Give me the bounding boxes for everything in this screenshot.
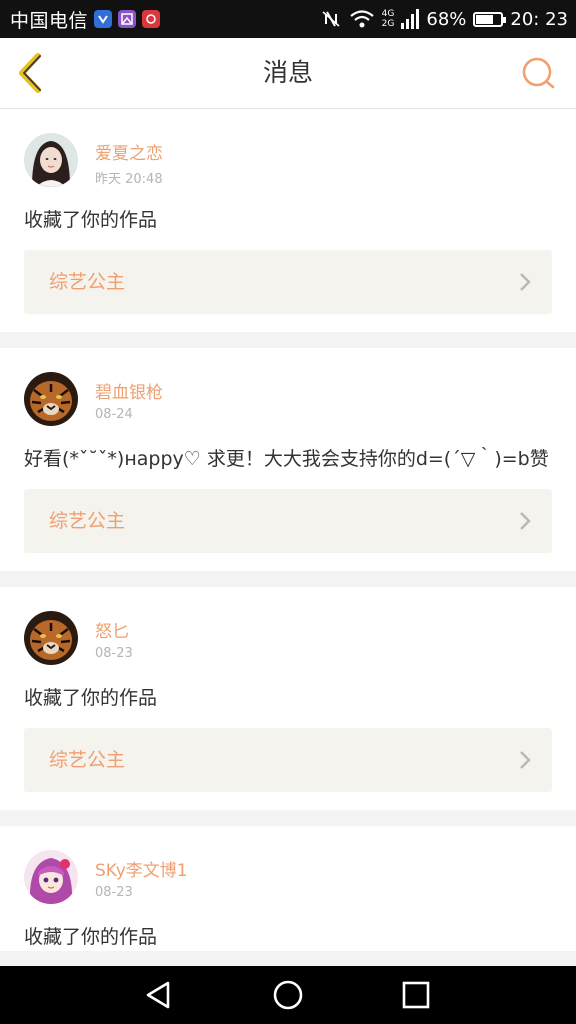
avatar[interactable] <box>24 850 78 904</box>
user-name[interactable]: 爱夏之恋 <box>95 139 163 164</box>
message-date: 08-23 <box>95 646 133 661</box>
message-card: 怒匕 08-23 收藏了你的作品 综艺公主 <box>0 587 576 810</box>
message-card: SKy李文博1 08-23 收藏了你的作品 <box>0 826 576 951</box>
message-text: 收藏了你的作品 <box>24 209 158 231</box>
battery-fill <box>476 14 493 24</box>
circle-home-icon <box>273 980 303 1010</box>
wifi-icon <box>349 10 374 28</box>
avatar-girl-image <box>24 133 78 187</box>
status-right: 4G 2G 68% 20: 23 <box>320 0 568 38</box>
message-card: 爱夏之恋 昨天 20:48 收藏了你的作品 综艺公主 <box>0 109 576 332</box>
user-name[interactable]: 碧血银枪 <box>95 378 163 403</box>
network-type: 4G 2G <box>382 9 395 29</box>
message-header: 爱夏之恋 昨天 20:48 <box>0 109 576 189</box>
avatar[interactable] <box>24 372 78 426</box>
user-name[interactable]: 怒匕 <box>95 617 129 642</box>
avatar-tiger-image <box>24 611 78 665</box>
shield-app-icon <box>94 10 113 28</box>
message-header: SKy李文博1 08-23 <box>0 826 576 906</box>
system-nav-bar <box>0 966 576 1024</box>
app-header: 消息 <box>0 38 576 109</box>
search-icon <box>522 57 555 89</box>
nav-back-button[interactable] <box>140 975 180 1015</box>
message-header: 怒匕 08-23 <box>0 587 576 667</box>
nav-recent-button[interactable] <box>396 975 436 1015</box>
signal-icon <box>401 9 420 29</box>
chevron-right-icon <box>520 751 531 769</box>
work-link[interactable]: 综艺公主 <box>24 250 552 314</box>
avatar-tiger-image <box>24 372 78 426</box>
nav-home-button[interactable] <box>268 975 308 1015</box>
chevron-right-icon <box>520 273 531 291</box>
page-title: 消息 <box>262 58 313 87</box>
clock: 20: 23 <box>510 8 568 30</box>
network-top-label: 4G <box>381 9 395 19</box>
work-title: 综艺公主 <box>49 271 126 293</box>
carrier-label: 中国电信 <box>10 9 89 32</box>
message-text: 收藏了你的作品 <box>24 687 158 709</box>
message-text: 收藏了你的作品 <box>24 926 158 948</box>
message-card: 碧血银枪 08-24 好看(*ˇ˘ˇ*)нappy♡ 求更！大大我会支持你的d=… <box>0 348 576 571</box>
status-left: 中国电信 <box>10 0 161 38</box>
work-title: 综艺公主 <box>49 510 126 532</box>
square-recent-icon <box>402 981 430 1009</box>
message-header: 碧血银枪 08-24 <box>0 348 576 428</box>
work-link[interactable]: 综艺公主 <box>24 489 552 553</box>
work-link[interactable]: 综艺公主 <box>24 728 552 792</box>
vibrate-icon <box>322 11 340 27</box>
battery-icon <box>473 11 507 27</box>
avatar[interactable] <box>24 133 78 187</box>
message-date: 08-23 <box>95 885 133 900</box>
work-title: 综艺公主 <box>49 749 126 771</box>
message-date: 昨天 20:48 <box>95 172 163 187</box>
message-text: 好看(*ˇ˘ˇ*)нappy♡ 求更！大大我会支持你的d=(´▽｀)=b赞 <box>24 448 549 470</box>
message-list[interactable]: 爱夏之恋 昨天 20:48 收藏了你的作品 综艺公主 碧血银枪 08-24 好看… <box>0 109 576 966</box>
avatar-anime-image <box>24 850 78 904</box>
status-bar: 中国电信 4G 2G 68% 20: 23 <box>0 0 576 38</box>
avatar[interactable] <box>24 611 78 665</box>
chevron-right-icon <box>520 512 531 530</box>
search-button[interactable] <box>520 55 556 91</box>
user-name[interactable]: SKy李文博1 <box>95 856 188 881</box>
gallery-app-icon <box>118 10 137 28</box>
triangle-back-icon <box>146 981 170 1009</box>
message-date: 08-24 <box>95 407 133 422</box>
network-bottom-label: 2G <box>381 19 395 29</box>
weibo-app-icon <box>142 10 161 28</box>
battery-percent: 68% <box>426 8 467 30</box>
